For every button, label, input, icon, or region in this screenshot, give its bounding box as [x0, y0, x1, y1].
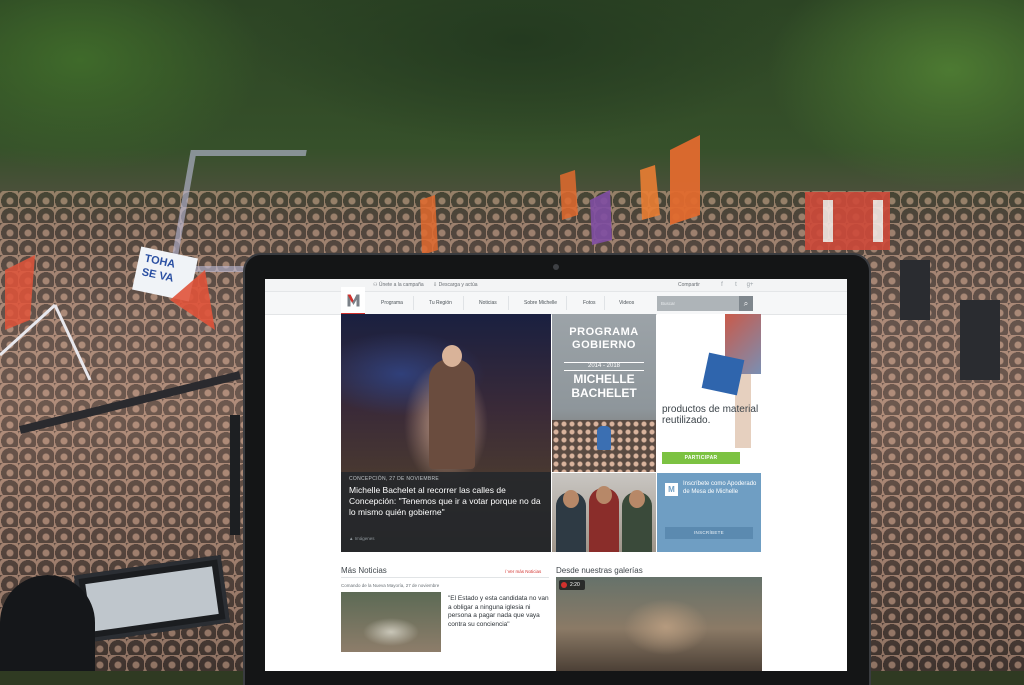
nav-divider [566, 296, 567, 310]
join-campaign-link[interactable]: ⚇ Únete a la campaña [373, 282, 424, 288]
gallery-image[interactable] [556, 577, 762, 671]
programa-line2: GOBIERNO [572, 339, 636, 351]
download-link[interactable]: ⇩ Descarga y actúa [433, 282, 478, 288]
nav-fotos[interactable]: Fotos [583, 300, 596, 306]
gallery-badge: 2:20 [559, 580, 585, 590]
hero-headline[interactable]: Michelle Bachelet al recorrer las calles… [349, 485, 547, 518]
site-logo[interactable] [341, 287, 365, 315]
programa-years: 2014 - 2018 [564, 362, 644, 371]
m-logo-icon [347, 294, 359, 306]
facebook-icon[interactable]: f [717, 280, 727, 290]
nav-videos[interactable]: Videos [619, 300, 634, 306]
person-2 [589, 486, 619, 552]
nav-divider [463, 296, 464, 310]
hero-date: CONCEPCIÓN, 27 DE NOVIEMBRE [349, 476, 440, 482]
nav-tu-region[interactable]: Tu Región [429, 300, 452, 306]
news-divider [341, 577, 549, 578]
webcam [553, 264, 559, 270]
hero-article[interactable]: CONCEPCIÓN, 27 DE NOVIEMBRE Michelle Bac… [341, 314, 551, 552]
person-1 [556, 490, 586, 552]
camera-icon [561, 582, 567, 588]
inscribete-tile[interactable]: M Inscríbete como Apoderado de Mesa de M… [657, 473, 761, 552]
news-thumbnail[interactable] [341, 592, 441, 652]
nav-programa[interactable]: Programa [381, 300, 403, 306]
news-meta: Comando de la Nueva Mayoría, 27 de novie… [341, 583, 440, 588]
programa-line3: MICHELLE [573, 372, 635, 386]
laptop: ⚇ Únete a la campaña ⇩ Descarga y actúa … [245, 255, 869, 685]
recycled-bag-image [701, 352, 745, 396]
participar-button[interactable]: PARTICIPAR [662, 452, 740, 464]
main-header: Programa Tu Región Noticias Sobre Michel… [265, 287, 847, 315]
twitter-icon[interactable]: t [731, 280, 741, 290]
programa-tile[interactable]: PROGRAMA GOBIERNO 2014 - 2018 MICHELLE B… [552, 314, 656, 472]
googleplus-icon[interactable]: g+ [745, 280, 755, 290]
nav-divider [604, 296, 605, 310]
reciclaje-tile[interactable]: productos de material reutilizado. PARTI… [657, 314, 761, 472]
search-input[interactable]: Buscar [661, 301, 675, 306]
news-quote[interactable]: "El Estado y esta candidata no van a obl… [448, 595, 550, 629]
foreground-person [0, 575, 95, 671]
share-label: Compartir [678, 282, 700, 288]
gallery-section-title: Desde nuestras galerías [556, 566, 643, 575]
news-section-title: Más Noticias [341, 566, 387, 575]
programa-line4: BACHELET [571, 386, 637, 400]
search-icon[interactable]: ⌕ [739, 296, 753, 311]
nav-divider [508, 296, 509, 310]
search-box[interactable]: Buscar ⌕ [657, 296, 753, 311]
people-photo-tile[interactable] [552, 473, 656, 552]
programa-figure [597, 426, 611, 450]
m-badge-icon: M [665, 483, 678, 496]
programa-line1: PROGRAMA [569, 326, 639, 338]
more-news-link[interactable]: / Ver más Noticias [505, 569, 541, 574]
hero-photo-subject [429, 345, 475, 469]
website-screen: ⚇ Únete a la campaña ⇩ Descarga y actúa … [265, 279, 847, 671]
inscribete-button[interactable]: INSCRÍBETE [665, 527, 753, 539]
nav-divider [413, 296, 414, 310]
person-3 [622, 490, 652, 552]
reciclaje-text: productos de material reutilizado. [662, 404, 759, 426]
inscribete-text: Inscríbete como Apoderado de Mesa de Mic… [683, 481, 757, 495]
hero-images-link[interactable]: ▲ Imágenes [349, 536, 374, 541]
gallery-count: 2:20 [570, 582, 580, 588]
nav-noticias[interactable]: Noticias [479, 300, 497, 306]
nav-sobre-michelle[interactable]: Sobre Michelle [524, 300, 557, 306]
